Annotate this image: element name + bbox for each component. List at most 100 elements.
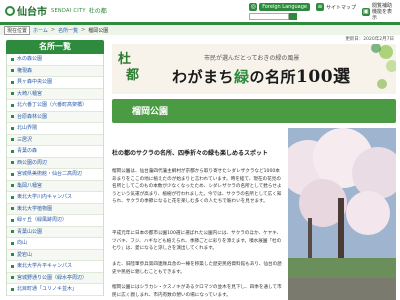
- logo-brand-sub: SENDAI CITY: [51, 7, 86, 14]
- sidebar-item[interactable]: 北山界隈: [7, 123, 103, 135]
- article-paragraph: また、旧陸軍歩兵第四連隊兵舎の一棟を移築した歴史民俗資料館もあり、仙台の歴史や民…: [112, 262, 282, 275]
- hero-banner: 杜 都 市民が選んだとっておきの緑の風景 わがまち緑の名所100選: [112, 44, 396, 94]
- sidebar-item-label: 宮城県美術館・仙台二高周辺: [17, 171, 83, 177]
- bullet-icon: [11, 57, 14, 61]
- article-paragraph: 榴岡公園は、仙台藩四代藩主綱村が京都から取り寄せたシダレザクラなど1000本あま…: [112, 169, 282, 205]
- bullet-icon: [11, 103, 14, 107]
- sidebar-item-label: 亀岡八幡宮: [17, 182, 43, 189]
- sidebar-item[interactable]: 東北大学片平キャンパス: [7, 261, 103, 273]
- sidebar-item-label: 青葉山公園: [17, 228, 43, 235]
- bullet-icon: [11, 149, 14, 153]
- sidebar-item-label: 東北大学川内キャンパス: [17, 194, 73, 200]
- sidebar-list: 水の森公園権現森貝ヶ森中央公園 大崎八幡宮北六番丁公園（六番町高架橋） 台原森林公園…: [6, 54, 104, 296]
- sidebar-item[interactable]: 宮城県美術館・仙台二高周辺: [7, 169, 103, 181]
- page-title-bar: 榴岡公園: [112, 99, 396, 123]
- accessibility-toggle[interactable]: ▣ 閲覧補助機能を表示: [362, 3, 396, 21]
- sidebar-item[interactable]: 貝ヶ森中央公園: [7, 77, 103, 89]
- language-search-group: ◎ Foreign Language: [249, 3, 310, 20]
- article-subheading: 杜の都のサクラの名所、四季折々の緑も楽しめるスポット: [112, 150, 269, 157]
- banner-title: わがまち緑の名所100選: [172, 67, 351, 87]
- top-bar: 仙台市 SENDAI CITY 杜の都 ◎ Foreign Language ≡…: [0, 0, 400, 22]
- sidebar-item[interactable]: 権現森: [7, 65, 103, 77]
- breadcrumb: 現在位置 ホーム > 名所一覧 > 榴岡公園: [0, 25, 400, 35]
- article-paragraph: 平成元年に日本の都市公園100選に選ばれた公園内には、サクラのほか、ケヤキ、ツバ…: [112, 231, 282, 252]
- sidebar-item-label: 東北大学片平キャンパス: [17, 263, 73, 269]
- breadcrumb-separator: >: [81, 27, 86, 33]
- sidebar-item-label: 愛宕山: [17, 251, 33, 258]
- sidebar-item-label: 北目町通「ユリノキ並木」: [17, 286, 78, 292]
- search-button[interactable]: [289, 13, 298, 20]
- bullet-icon: [11, 207, 14, 211]
- bullet-icon: [11, 253, 14, 257]
- sidebar-item-label: 大崎八幡宮: [17, 90, 43, 97]
- park-photo: [288, 128, 396, 300]
- bullet-icon: [11, 161, 14, 165]
- sidebar-item-label: 台原森林公園: [17, 113, 48, 120]
- search-box: [249, 13, 310, 20]
- bullet-icon: [11, 195, 14, 199]
- search-input[interactable]: [249, 13, 290, 20]
- bullet-icon: [11, 172, 14, 176]
- breadcrumb-separator: >: [50, 27, 56, 33]
- bullet-icon: [11, 69, 14, 73]
- article-paragraph: 榴岡公園にはシラカシ・クスノキがあるクロマツの並木を見下し、四季を通して市民に広…: [112, 285, 282, 298]
- logo-brand-tail: 杜の都: [88, 8, 107, 15]
- language-button[interactable]: Foreign Language: [259, 3, 310, 11]
- bullet-icon: [11, 126, 14, 130]
- sidebar-item[interactable]: 北目町通「ユリノキ並木」: [7, 284, 103, 296]
- sidebar-item-label: 向山: [17, 240, 28, 246]
- bullet-icon: [11, 230, 14, 234]
- sidebar-item-label: 北六番丁公園（六番町高架橋）: [17, 102, 88, 108]
- breadcrumb-home[interactable]: ホーム: [33, 27, 48, 34]
- globe-icon: ◎: [249, 3, 258, 11]
- sidebar-item[interactable]: 水の森公園: [7, 54, 103, 66]
- sidebar-item[interactable]: 東北大学植物園: [7, 203, 103, 215]
- sidebar-title: 名所一覧: [6, 40, 104, 54]
- sitemap-label: サイトマップ: [325, 4, 356, 11]
- update-date: 更新日：2020年2月7日: [345, 37, 394, 42]
- sitemap-icon: ≡: [315, 3, 324, 11]
- sidebar: 名所一覧 水の森公園権現森貝ヶ森中央公園 大崎八幡宮北六番丁公園（六番町高架橋） 台…: [6, 40, 104, 296]
- sidebar-item[interactable]: 台原森林公園: [7, 111, 103, 123]
- sidebar-item[interactable]: 宮城野通り公園（緑水亭周辺）: [7, 272, 103, 284]
- sidebar-item[interactable]: 青葉の森: [7, 146, 103, 158]
- leaves-decoration-icon: [371, 44, 396, 89]
- sidebar-item[interactable]: 愛宕山: [7, 249, 103, 261]
- sidebar-item-label: 三居沢: [17, 136, 33, 143]
- sidebar-item-label: 青葉の森: [17, 148, 38, 154]
- bullet-icon: [11, 264, 14, 268]
- page-title: 榴岡公園: [132, 107, 169, 117]
- accessibility-icon: ▣: [362, 8, 370, 16]
- sidebar-item[interactable]: 緑ヶ丘（緑風跡周辺）: [7, 215, 103, 227]
- sidebar-item-label: 西公園の周辺: [17, 159, 48, 166]
- sidebar-item-label: 東北大学植物園: [17, 205, 53, 212]
- sidebar-item[interactable]: 三居沢: [7, 134, 103, 146]
- sidebar-item-label: 宮城野通り公園（緑水亭周辺）: [17, 274, 88, 281]
- sidebar-item[interactable]: 西公園の周辺: [7, 157, 103, 169]
- sitemap-link[interactable]: ≡ サイトマップ: [315, 3, 356, 11]
- sidebar-item-label: 貝ヶ森中央公園: [17, 79, 53, 85]
- breadcrumb-current-tag: 現在位置: [4, 25, 31, 35]
- site-logo[interactable]: 仙台市 SENDAI CITY 杜の都: [5, 3, 107, 18]
- sidebar-item[interactable]: 大崎八幡宮: [7, 88, 103, 100]
- sidebar-item[interactable]: 青葉山公園: [7, 226, 103, 238]
- sidebar-item[interactable]: 向山: [7, 238, 103, 250]
- bullet-icon: [11, 92, 14, 96]
- breadcrumb-current: 榴岡公園: [88, 27, 109, 34]
- sidebar-item-label: 水の森公園: [17, 56, 43, 62]
- sidebar-item[interactable]: 北六番丁公園（六番町高架橋）: [7, 100, 103, 112]
- breadcrumb-list[interactable]: 名所一覧: [58, 27, 78, 34]
- city-emblem-icon: [5, 5, 15, 16]
- bullet-icon: [11, 218, 14, 222]
- bullet-icon: [11, 115, 14, 119]
- sidebar-item[interactable]: 東北大学川内キャンパス: [7, 192, 103, 204]
- sidebar-item-label: 緑ヶ丘（緑風跡周辺）: [17, 217, 68, 223]
- sidebar-item[interactable]: 亀岡八幡宮: [7, 180, 103, 192]
- article-content: 杜の都のサクラの名所、四季折々の緑も楽しめるスポット 榴岡公園は、仙台藩四代藩主…: [112, 128, 396, 300]
- header-tools: ◎ Foreign Language ≡ サイトマップ ▣ 閲覧補助機能を表示: [249, 3, 396, 21]
- accessibility-label: 閲覧補助機能を表示: [372, 3, 393, 21]
- bullet-icon: [11, 287, 14, 291]
- banner-subtitle: 市民が選んだとっておきの緑の風景: [204, 55, 300, 62]
- sidebar-item-label: 北山界隈: [17, 125, 38, 131]
- bullet-icon: [11, 241, 14, 245]
